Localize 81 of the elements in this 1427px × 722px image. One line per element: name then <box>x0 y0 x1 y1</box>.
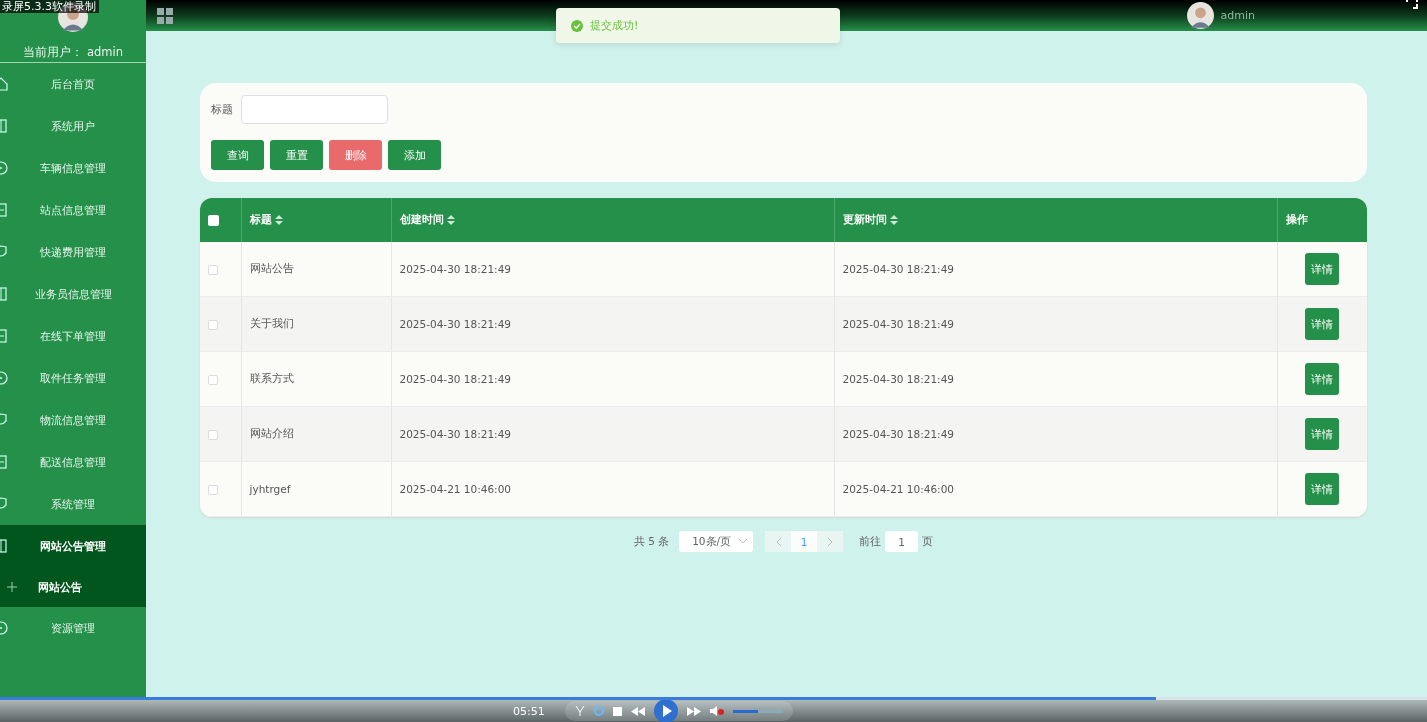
goto-suffix: 页 <box>922 534 934 549</box>
field-label: 标题 <box>211 102 233 117</box>
repeat-icon[interactable] <box>593 706 604 716</box>
column-header[interactable]: 更新时间 <box>834 198 1277 242</box>
sidebar-item[interactable]: 系统用户 <box>0 105 146 147</box>
total-count: 共 5 条 <box>633 534 670 549</box>
playback-time: 05:51 <box>513 704 545 718</box>
details-button[interactable]: 详情 <box>1305 363 1340 395</box>
sidebar-item[interactable]: 网站公告管理 <box>0 525 146 567</box>
goto-page-field[interactable]: 1 <box>885 531 919 552</box>
sidebar-subitem[interactable]: 网站公告 <box>0 567 146 607</box>
check-circle-icon <box>571 19 583 32</box>
details-button[interactable]: 详情 <box>1305 253 1340 285</box>
rewind-icon[interactable] <box>630 706 645 716</box>
details-button[interactable]: 详情 <box>1305 308 1340 340</box>
row-checkbox[interactable] <box>208 320 218 330</box>
sidebar-item[interactable]: 配送信息管理 <box>0 441 146 483</box>
mute-icon[interactable] <box>709 706 724 716</box>
header-username[interactable]: admin <box>1220 9 1255 22</box>
table-cell: 2025-04-30 18:21:49 <box>391 242 834 297</box>
sidebar-item[interactable]: 快递费用管理 <box>0 231 146 273</box>
progress-track[interactable] <box>0 697 1427 700</box>
action-button[interactable]: 重置 <box>270 140 323 170</box>
current-user-label: 当前用户： <box>22 45 83 60</box>
table-cell: 2025-04-30 18:21:49 <box>391 351 834 407</box>
volume-slider[interactable] <box>732 709 783 713</box>
table-cell: 2025-04-30 18:21:49 <box>834 296 1277 352</box>
sort-icon[interactable] <box>446 215 455 225</box>
details-button[interactable]: 详情 <box>1305 473 1340 505</box>
action-button[interactable]: 查询 <box>211 140 264 170</box>
table-cell: jyhtrgef <box>241 461 391 517</box>
sidebar-item[interactable]: 业务员信息管理 <box>0 273 146 315</box>
column-header[interactable]: 操作 <box>1277 198 1367 242</box>
sort-icon[interactable] <box>889 215 898 225</box>
table-cell: 联系方式 <box>241 351 391 407</box>
plus-icon <box>7 582 17 592</box>
sidebar-item[interactable]: 站点信息管理 <box>0 189 146 231</box>
page-size-select[interactable]: 10条/页 <box>679 531 754 552</box>
chevron-right-icon <box>827 537 833 546</box>
sidebar-item[interactable]: 车辆信息管理 <box>0 147 146 189</box>
table-cell: 2025-04-21 10:46:00 <box>391 461 834 517</box>
sidebar-item[interactable]: 资源管理 <box>0 607 146 649</box>
sidebar-item[interactable]: 系统管理 <box>0 483 146 525</box>
fast-forward-icon[interactable] <box>686 706 701 716</box>
chevron-left-icon <box>775 537 781 546</box>
stop-icon[interactable] <box>612 706 622 716</box>
sidebar-item[interactable]: 在线下单管理 <box>0 315 146 357</box>
table-cell: 2025-04-30 18:21:49 <box>834 406 1277 462</box>
sort-icon[interactable] <box>274 215 283 225</box>
sidebar-item[interactable]: 物流信息管理 <box>0 399 146 441</box>
goto-label: 前往 <box>859 534 882 549</box>
row-checkbox[interactable] <box>208 265 218 275</box>
page-number[interactable]: 1 <box>791 531 818 552</box>
recorder-title: 录屏5.3.3软件录制 <box>2 0 96 13</box>
table-cell: 关于我们 <box>241 296 391 352</box>
row-checkbox[interactable] <box>208 430 218 440</box>
column-header[interactable]: 创建时间 <box>391 198 834 242</box>
fullscreen-icon[interactable] <box>1405 0 1419 10</box>
play-icon[interactable] <box>653 699 678 722</box>
delete-button[interactable]: 删除 <box>329 140 382 170</box>
select-all-checkbox[interactable] <box>208 215 219 227</box>
current-user-name: admin <box>86 45 123 60</box>
table-cell: 网站介绍 <box>241 406 391 462</box>
table-cell: 2025-04-21 10:46:00 <box>834 461 1277 517</box>
table-cell: 网站公告 <box>241 242 391 297</box>
sidebar-item[interactable]: 后台首页 <box>0 63 146 105</box>
title-input-field[interactable] <box>241 95 388 124</box>
toast-message: 提交成功! <box>590 18 639 33</box>
avatar-icon <box>1186 2 1214 29</box>
table-cell: 2025-04-30 18:21:49 <box>834 351 1277 407</box>
sidebar-item[interactable]: 取件任务管理 <box>0 357 146 399</box>
column-header[interactable]: 标题 <box>241 198 391 242</box>
details-button[interactable]: 详情 <box>1305 418 1340 450</box>
row-checkbox[interactable] <box>208 485 218 495</box>
chevron-down-icon <box>739 539 748 544</box>
table-cell: 2025-04-30 18:21:49 <box>391 296 834 352</box>
action-button[interactable]: 添加 <box>388 140 441 170</box>
row-checkbox[interactable] <box>208 375 218 385</box>
table-cell: 2025-04-30 18:21:49 <box>391 406 834 462</box>
table-cell: 2025-04-30 18:21:49 <box>834 242 1277 297</box>
grid-menu-icon[interactable] <box>157 7 173 24</box>
